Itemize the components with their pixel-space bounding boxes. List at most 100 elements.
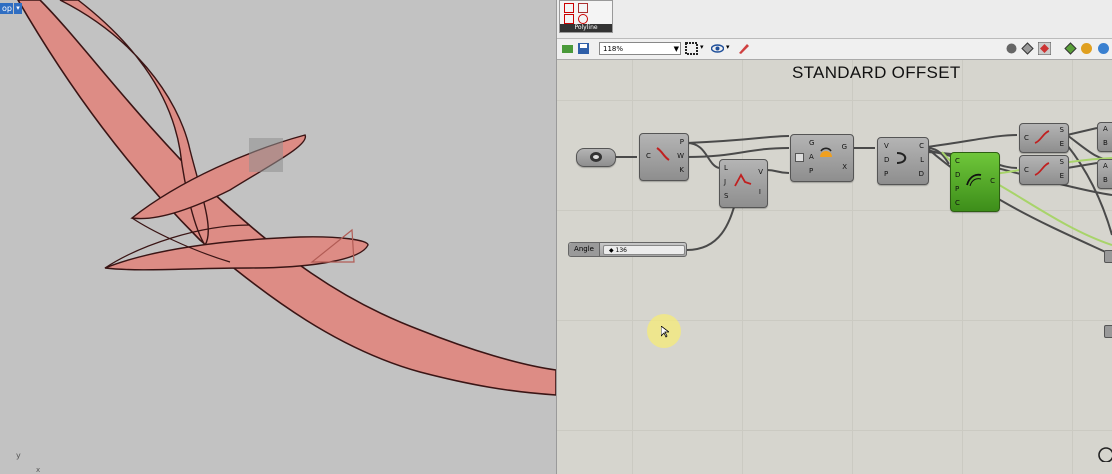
sketch-pen-icon[interactable] xyxy=(737,42,750,55)
component-line-1[interactable]: A B xyxy=(1097,122,1112,152)
circle-icon[interactable] xyxy=(578,14,588,24)
input-port-label: A xyxy=(1103,125,1108,133)
grasshopper-canvas[interactable]: STANDARD OFFSET C P W K L J S V I G A P … xyxy=(557,60,1112,474)
slider-name: Angle xyxy=(569,243,600,256)
input-port-label: S xyxy=(724,192,729,200)
axis-x-label: x xyxy=(36,466,41,474)
degree-toggle-icon[interactable] xyxy=(795,153,804,162)
input-port-label: V xyxy=(884,142,889,150)
input-port-label: B xyxy=(1103,176,1108,184)
input-port-label: P xyxy=(809,167,814,175)
globe-icon[interactable] xyxy=(1097,42,1110,55)
component-graph-mapper[interactable]: L J S V I xyxy=(719,159,768,208)
input-port-label: C xyxy=(1024,134,1029,142)
preview-selected-icon[interactable] xyxy=(1038,42,1051,55)
mouse-cursor-icon xyxy=(661,326,669,338)
end-points-icon xyxy=(1034,162,1050,176)
input-port-label: J xyxy=(724,178,727,186)
display-dropdown-icon[interactable]: ▾ xyxy=(726,43,730,51)
output-port-label: C xyxy=(919,142,924,150)
output-port-label: E xyxy=(1059,172,1064,180)
offscreen-component[interactable] xyxy=(1104,325,1112,338)
component-line-2[interactable]: A B xyxy=(1097,159,1112,189)
output-port-label: K xyxy=(679,166,684,174)
divide-curve-icon xyxy=(656,147,670,161)
input-port-label: P xyxy=(884,170,889,178)
ribbon-surface xyxy=(17,0,556,396)
input-port-label: B xyxy=(1103,139,1108,147)
output-port-label: W xyxy=(677,152,684,160)
input-port-label: C xyxy=(955,199,960,207)
input-port-label: G xyxy=(809,139,815,147)
wire xyxy=(926,134,1018,148)
output-port-label: V xyxy=(758,168,763,176)
input-port-label: C xyxy=(1024,166,1029,174)
output-port-label: D xyxy=(918,170,924,178)
end-points-icon xyxy=(1034,130,1050,144)
curve-parameter[interactable] xyxy=(576,148,616,167)
input-port-label: C xyxy=(955,157,960,165)
output-port-label: I xyxy=(758,188,761,196)
graph-icon xyxy=(734,173,752,187)
angle-number-slider[interactable]: Angle ◆ 136 xyxy=(568,242,687,257)
polyline-palette[interactable]: Polyline xyxy=(559,0,613,33)
input-port-label: D xyxy=(884,156,890,164)
bake-icon[interactable] xyxy=(1064,42,1077,55)
output-port-label: C xyxy=(990,177,995,185)
component-end-points-1[interactable]: C S E xyxy=(1019,123,1069,153)
render-sphere-icon[interactable] xyxy=(1080,42,1093,55)
rectangle-icon[interactable] xyxy=(564,14,574,24)
wire xyxy=(1066,127,1098,136)
input-port-label: D xyxy=(955,171,961,179)
input-port-label: C xyxy=(646,152,651,160)
viewport-menu-arrow[interactable]: ▾ xyxy=(13,3,22,14)
rhino-viewport[interactable]: op ▾ y x xyxy=(0,0,557,474)
open-file-icon[interactable] xyxy=(561,42,574,55)
palette-label: Polyline xyxy=(560,24,612,32)
canvas-navigation-icon[interactable] xyxy=(1097,446,1112,462)
output-port-label: E xyxy=(1059,140,1064,148)
offset-curve-icon xyxy=(966,173,982,187)
component-rotate[interactable]: G A P G X xyxy=(790,134,854,182)
slider-value[interactable]: ◆ 136 xyxy=(609,247,627,255)
gumball-square xyxy=(249,138,283,172)
polygon-icon[interactable] xyxy=(578,3,588,13)
axis-y-label: y xyxy=(16,451,21,460)
output-port-label: G xyxy=(841,143,847,151)
canvas-toolbar: 118% ▼ ▾ ▾ xyxy=(557,39,1112,60)
component-divide-curve[interactable]: C P W K xyxy=(639,133,689,181)
preview-shaded-icon[interactable] xyxy=(1021,42,1034,55)
output-port-label: S xyxy=(1059,126,1064,134)
input-port-label: L xyxy=(724,164,728,172)
component-end-points-2[interactable]: C S E xyxy=(1019,155,1069,185)
preview-wireframe-icon[interactable] xyxy=(1005,42,1018,55)
preview-dropdown-icon[interactable]: ▾ xyxy=(700,43,704,51)
zoom-value: 118% xyxy=(603,45,624,53)
input-port-label: A xyxy=(1103,162,1108,170)
wire xyxy=(766,169,790,174)
save-file-icon[interactable] xyxy=(577,42,590,55)
eye-icon[interactable] xyxy=(711,42,724,55)
wire xyxy=(686,135,790,144)
output-port-label: L xyxy=(920,156,924,164)
output-port-label: X xyxy=(842,163,847,171)
output-port-label: S xyxy=(1059,158,1064,166)
component-offset-curve[interactable]: C D P C C xyxy=(950,152,1000,212)
preview-mode-icon[interactable] xyxy=(685,42,698,55)
input-port-label: P xyxy=(955,185,960,193)
offscreen-component[interactable] xyxy=(1104,250,1112,263)
ribbon-loop-lower xyxy=(104,236,369,271)
polyline-icon[interactable] xyxy=(564,3,574,13)
zoom-select[interactable]: 118% ▼ xyxy=(599,42,681,55)
viewport-title[interactable]: op xyxy=(0,3,14,14)
input-port-label: A xyxy=(809,153,814,161)
component-tab-bar: Polyline xyxy=(557,0,1112,39)
viewport-geometry xyxy=(17,0,556,396)
rotate-icon xyxy=(820,147,832,157)
chevron-down-icon: ▼ xyxy=(673,45,679,53)
output-port-label: P xyxy=(679,138,684,146)
grasshopper-window: Polyline 118% ▼ ▾ ▾ STANDARD OFFSET C P … xyxy=(557,0,1112,474)
curve-param-icon xyxy=(590,152,602,162)
component-interpolate-curve[interactable]: V D P C L D xyxy=(877,137,929,185)
slider-track[interactable]: ◆ 136 xyxy=(603,245,685,255)
